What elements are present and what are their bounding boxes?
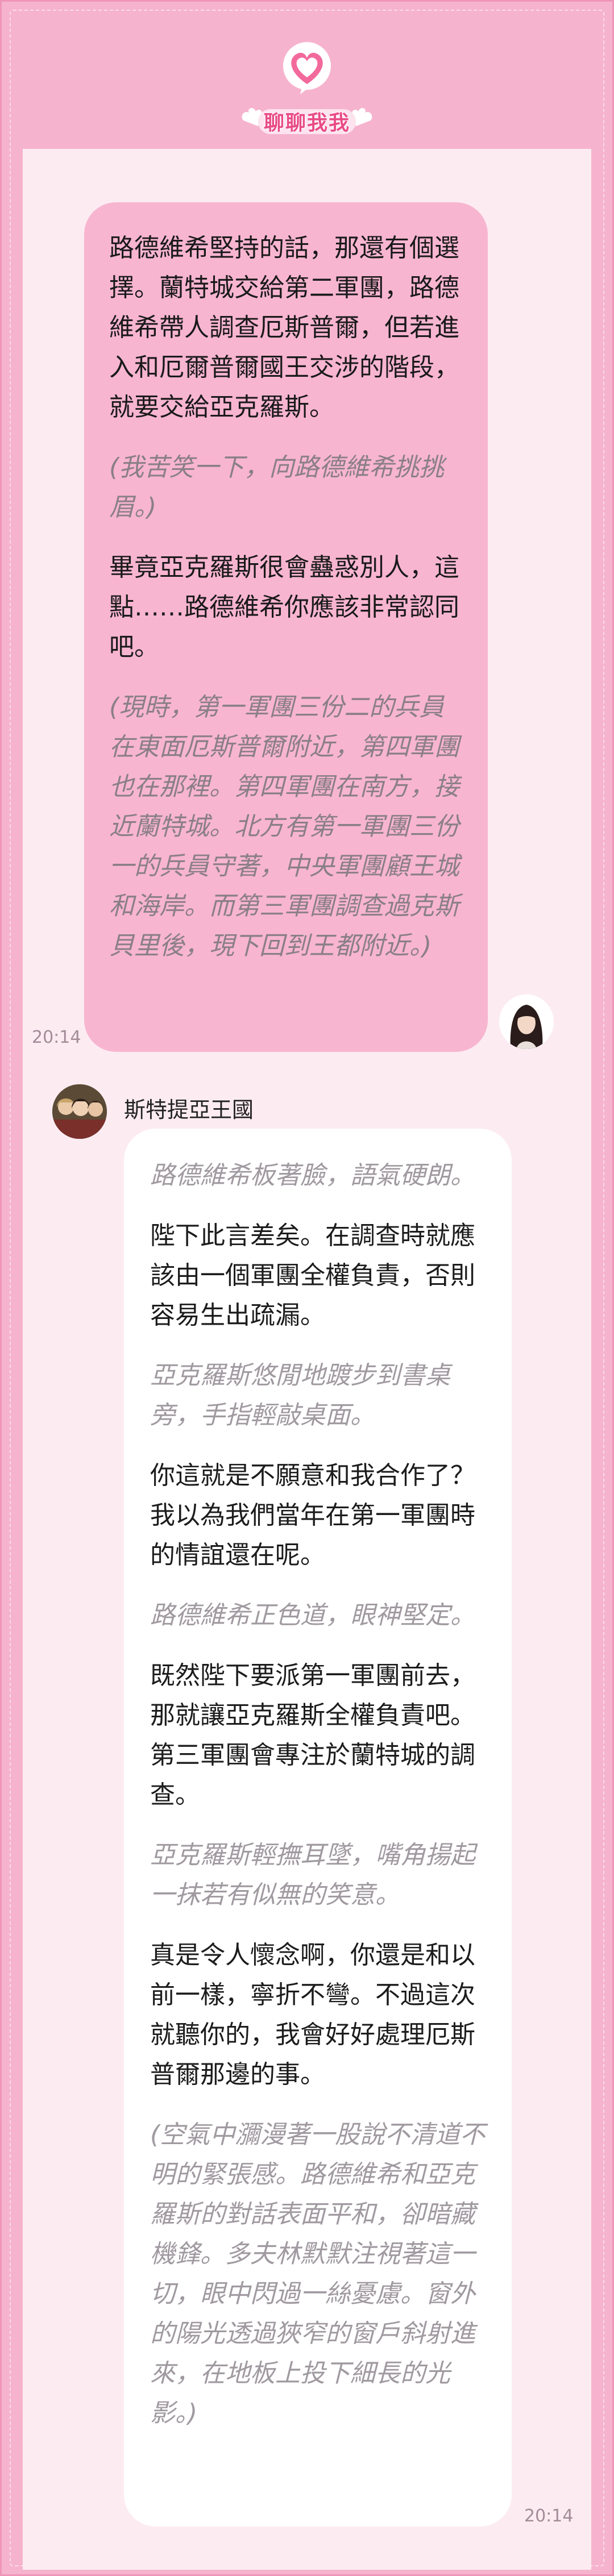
narration-paragraph: 路德維希板著臉，語氣硬朗。: [150, 1161, 475, 1190]
chat-heart-icon: [279, 40, 335, 97]
app-logo-text: 聊聊我我: [263, 111, 350, 135]
outgoing-message-time: 20:14: [32, 1027, 81, 1047]
narration-paragraph: (現時，第一軍團三份二的兵員在東面厄斯普爾附近，第四軍團也在那裡。第四軍團在南方…: [109, 693, 459, 960]
narration-paragraph: 亞克羅斯輕撫耳墜，嘴角揚起一抹若有似無的笑意。: [150, 1841, 475, 1909]
message-paragraph: 畢竟亞克羅斯很會蠱惑別人，這點……路德維希你應該非常認同吧。: [109, 553, 459, 661]
incoming-message-time: 20:14: [524, 2506, 574, 2526]
narration-paragraph: 亞克羅斯悠閒地踱步到書桌旁，手指輕敲桌面。: [150, 1361, 450, 1430]
user-avatar[interactable]: [499, 994, 554, 1049]
narration-paragraph: (空氣中瀰漫著一股說不清道不明的緊張感。路德維希和亞克羅斯的對話表面平和，卻暗藏…: [150, 2120, 486, 2428]
app-header: 聊聊我我: [0, 0, 614, 149]
message-paragraph: 你這就是不願意和我合作了？我以為我們當年在第一軍團時的情誼還在呢。: [150, 1461, 475, 1570]
message-paragraph: 真是令人懷念啊，你還是和以前一樣，寧折不彎。不過這次就聽你的，我會好好處理厄斯普…: [150, 1941, 475, 2089]
contact-avatar[interactable]: [52, 1084, 107, 1139]
contact-name: 斯特提亞王國: [124, 1097, 254, 1122]
message-paragraph: 既然陛下要派第一軍團前去，那就讓亞克羅斯全權負責吧。第三軍團會專注於蘭特城的調查…: [150, 1661, 475, 1809]
app-logo: 聊聊我我: [239, 101, 375, 141]
narration-paragraph: 路德維希正色道，眼神堅定。: [150, 1601, 475, 1630]
incoming-message-bubble[interactable]: 路德維希板著臉，語氣硬朗。 陛下此言差矣。在調查時就應該由一個軍團全權負責，否則…: [124, 1129, 512, 2527]
message-paragraph: 路德維希堅持的話，那還有個選擇。蘭特城交給第二軍團，路德維希帶人調查厄斯普爾，但…: [109, 234, 459, 422]
outgoing-message-bubble[interactable]: 路德維希堅持的話，那還有個選擇。蘭特城交給第二軍團，路德維希帶人調查厄斯普爾，但…: [84, 202, 488, 1052]
narration-paragraph: (我苦笑一下，向路德維希挑挑眉。): [109, 453, 445, 522]
message-paragraph: 陛下此言差矣。在調查時就應該由一個軍團全權負責，否則容易生出疏漏。: [150, 1221, 475, 1330]
